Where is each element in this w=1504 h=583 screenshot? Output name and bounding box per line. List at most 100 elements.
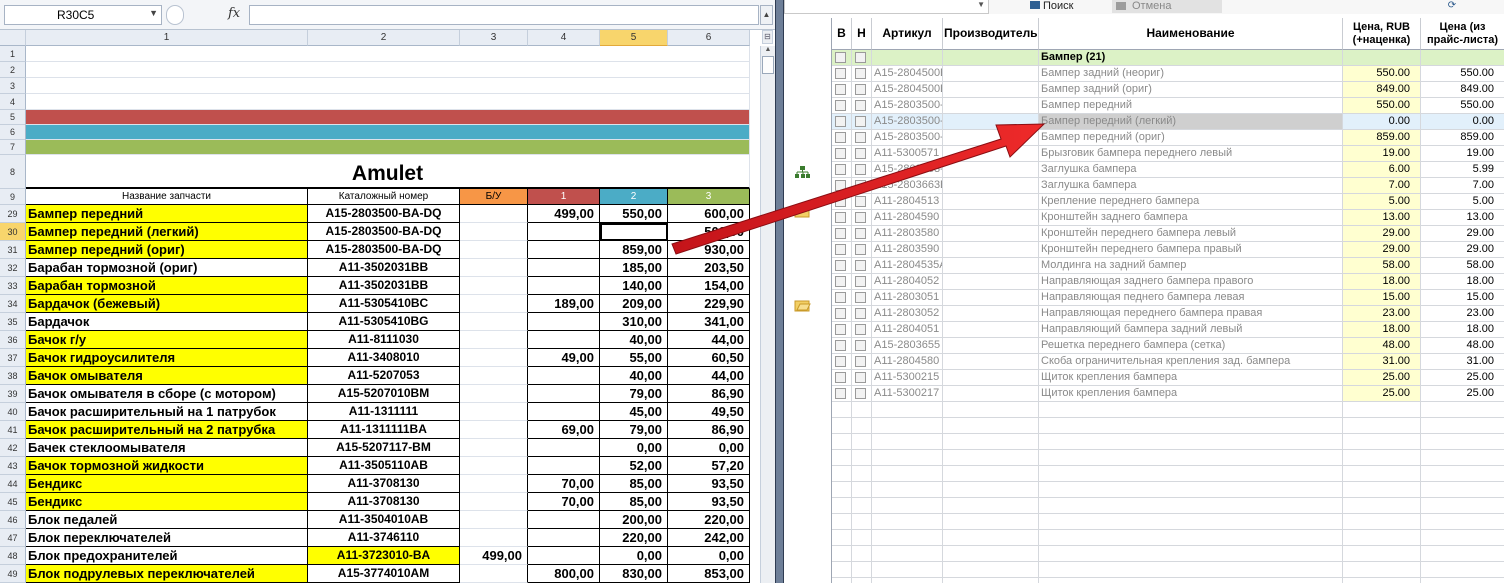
catalog-number-cell[interactable]: A15-2803500-BA-DQ — [308, 205, 460, 223]
row-header[interactable]: 4 — [0, 94, 26, 110]
price3-cell[interactable]: 93,50 — [668, 475, 750, 493]
name-box[interactable]: R30C5 ▼ — [4, 5, 162, 25]
price3-cell[interactable]: 60,50 — [668, 349, 750, 367]
used-price-cell[interactable] — [460, 367, 528, 385]
search-button[interactable]: Поиск — [1030, 0, 1100, 13]
price3-cell[interactable]: 93,50 — [668, 493, 750, 511]
color-band-blue[interactable] — [26, 125, 750, 140]
parts-table-row[interactable]: A11-5300215 Щиток крепления бампера 25.00 2… — [832, 370, 1504, 386]
price3-cell[interactable]: 242,00 — [668, 529, 750, 547]
checkbox-v[interactable] — [835, 148, 846, 159]
price2-cell[interactable]: 40,00 — [600, 331, 668, 349]
chevron-down-icon[interactable]: ▼ — [149, 8, 158, 18]
part-name-cell[interactable]: Бендикс — [26, 493, 308, 511]
cancel-button[interactable]: Отмена — [1112, 0, 1222, 13]
price1-cell[interactable] — [528, 313, 600, 331]
empty-row[interactable] — [832, 562, 1504, 578]
price3-cell[interactable]: 930,00 — [668, 241, 750, 259]
used-price-cell[interactable] — [460, 403, 528, 421]
used-price-cell[interactable] — [460, 223, 528, 241]
price1-cell[interactable]: 69,00 — [528, 421, 600, 439]
used-price-cell[interactable] — [460, 457, 528, 475]
price2-cell[interactable]: 0,00 — [600, 439, 668, 457]
folder-open-icon[interactable] — [794, 298, 811, 312]
col-header-v[interactable]: В — [832, 18, 852, 50]
catalog-number-cell[interactable]: A15-2803500-BA-DQ — [308, 241, 460, 259]
price2-cell[interactable]: 140,00 — [600, 277, 668, 295]
empty-row[interactable] — [832, 514, 1504, 530]
row-header[interactable]: 41 — [0, 421, 26, 439]
price3-cell[interactable]: 44,00 — [668, 331, 750, 349]
empty-row[interactable] — [832, 482, 1504, 498]
price2-cell[interactable]: 79,00 — [600, 385, 668, 403]
part-name-cell[interactable]: Бардачок — [26, 313, 308, 331]
part-name-cell[interactable]: Бачок омывателя — [26, 367, 308, 385]
parts-table-row[interactable]: A11-2804052 Направляющая заднего бампера … — [832, 274, 1504, 290]
formula-cancel-icon[interactable] — [166, 5, 184, 25]
checkbox-n[interactable] — [855, 228, 866, 239]
part-name-cell[interactable]: Блок подрулевых переключателей — [26, 565, 308, 583]
checkbox-v[interactable] — [835, 68, 846, 79]
checkbox-n[interactable] — [855, 100, 866, 111]
chevron-down-icon[interactable]: ▼ — [977, 0, 985, 9]
header-used-cell[interactable]: Б/У — [460, 189, 528, 205]
price2-cell[interactable]: 55,00 — [600, 349, 668, 367]
checkbox-v[interactable] — [835, 116, 846, 127]
price3-cell[interactable]: 57,20 — [668, 457, 750, 475]
row-header[interactable]: 8 — [0, 155, 26, 189]
parts-table-row[interactable]: A15-2803500- Бампер передний (легкий) 0.00… — [832, 114, 1504, 130]
used-price-cell[interactable] — [460, 565, 528, 583]
catalog-number-cell[interactable]: A15-5207010BM — [308, 385, 460, 403]
row-header[interactable]: 49 — [0, 565, 26, 583]
price3-cell[interactable]: 203,50 — [668, 259, 750, 277]
price2-cell[interactable]: 209,00 — [600, 295, 668, 313]
checkbox-v[interactable] — [835, 260, 846, 271]
color-band-green[interactable] — [26, 140, 750, 155]
parts-table-row[interactable]: A11-2804580 Скоба ограничительная креплен… — [832, 354, 1504, 370]
parts-table-row[interactable]: A11-2804590 Кронштейн заднего бампера 13.0… — [832, 210, 1504, 226]
price3-cell[interactable]: 86,90 — [668, 385, 750, 403]
part-name-cell[interactable]: Бачок расширительный на 1 патрубок — [26, 403, 308, 421]
checkbox-n[interactable] — [855, 308, 866, 319]
part-name-cell[interactable]: Барабан тормозной (ориг) — [26, 259, 308, 277]
active-cell[interactable] — [600, 223, 668, 241]
header-price1-cell[interactable]: 1 — [528, 189, 600, 205]
row-header[interactable]: 47 — [0, 529, 26, 547]
used-price-cell[interactable] — [460, 331, 528, 349]
checkbox-v[interactable] — [835, 372, 846, 383]
catalog-number-cell[interactable]: A11-1311111 — [308, 403, 460, 421]
header-price3-cell[interactable]: 3 — [668, 189, 750, 205]
price2-cell[interactable]: 550,00 — [600, 205, 668, 223]
header-catalog-cell[interactable]: Каталожный номер — [308, 189, 460, 205]
used-price-cell[interactable] — [460, 295, 528, 313]
checkbox-v[interactable] — [835, 100, 846, 111]
col-header-price-list[interactable]: Цена (из прайс-листа) — [1421, 18, 1504, 50]
used-price-cell[interactable] — [460, 529, 528, 547]
checkbox-n[interactable] — [855, 196, 866, 207]
row-header[interactable]: 39 — [0, 385, 26, 403]
price3-cell[interactable]: 86,90 — [668, 421, 750, 439]
col-header-price-markup[interactable]: Цена, RUB (+наценка) — [1343, 18, 1421, 50]
blank-cells[interactable] — [26, 62, 750, 78]
checkbox-n[interactable] — [855, 132, 866, 143]
empty-row[interactable] — [832, 466, 1504, 482]
parts-table-row[interactable]: A11-5300571 Брызговик бампера переднего л… — [832, 146, 1504, 162]
used-price-cell[interactable] — [460, 259, 528, 277]
checkbox-v[interactable] — [835, 308, 846, 319]
row-header[interactable]: 38 — [0, 367, 26, 385]
part-name-cell[interactable]: Бачек стеклоомывателя — [26, 439, 308, 457]
used-price-cell[interactable] — [460, 511, 528, 529]
empty-row[interactable] — [832, 418, 1504, 434]
parts-table-row[interactable]: A11-2804051 Направляющий бампера задний л… — [832, 322, 1504, 338]
catalog-number-cell[interactable]: A11-3708130 — [308, 493, 460, 511]
price3-cell[interactable]: 44,00 — [668, 367, 750, 385]
filter-dropdown[interactable]: ▼ — [784, 0, 989, 14]
row-header[interactable]: 29 — [0, 205, 26, 223]
empty-row[interactable] — [832, 530, 1504, 546]
part-name-cell[interactable]: Барабан тормозной — [26, 277, 308, 295]
checkbox-n[interactable] — [855, 116, 866, 127]
checkbox-n[interactable] — [855, 372, 866, 383]
row-header[interactable]: 30 — [0, 223, 26, 241]
col-header-n[interactable]: Н — [852, 18, 872, 50]
column-header-4[interactable]: 4 — [528, 30, 600, 46]
